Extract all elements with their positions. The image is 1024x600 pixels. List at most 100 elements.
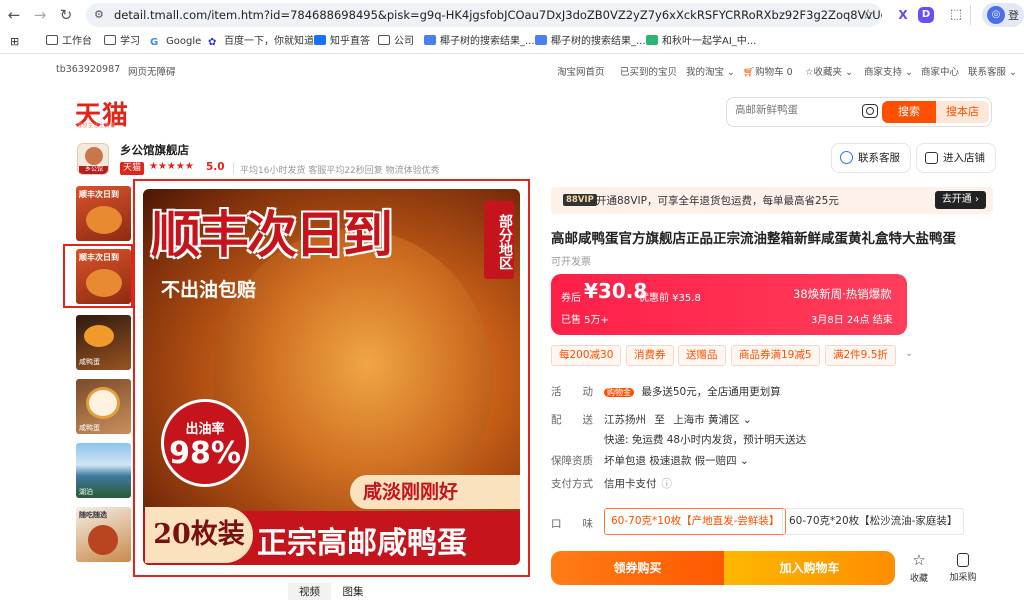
oil-rate-badge: 出油率 98% (161, 399, 249, 487)
delivery-row: 江苏扬州 至 上海市 黄浦区 ⌄ (604, 414, 752, 426)
bookmark-item[interactable]: 工作台 (46, 33, 92, 51)
egg-image (86, 387, 120, 419)
star-icon: ☆ (912, 551, 926, 569)
back-icon[interactable]: ← (4, 5, 24, 25)
taste-option[interactable]: 60-70克*20枚【松沙流油-家庭装】 (782, 508, 965, 535)
bookmark-item[interactable]: ✿ 百度一下，你就知道 (208, 33, 314, 51)
info-icon[interactable]: ⓘ (662, 478, 673, 490)
search-box: 搜索 搜本店 (726, 97, 992, 127)
add-purchase-button[interactable]: 加采购 (943, 553, 983, 583)
egg-box-image (88, 525, 118, 555)
payment-row: 信用卡支付 ⓘ (604, 478, 673, 490)
page-icon (646, 35, 658, 45)
coupon-tag[interactable]: 满2件9.5折 (825, 345, 896, 366)
promo-title: 38焕新周·热销爆款 (793, 287, 892, 301)
nav-link-seller-center[interactable]: 商家中心 (921, 64, 959, 78)
nav-link-cart[interactable]: 🛒︎购物车 0 (743, 64, 793, 78)
bookmark-item[interactable]: G Google (150, 33, 201, 51)
bookmark-star-icon[interactable]: ☆ (858, 5, 878, 25)
logo-slogan: 理想生活上天猫 (77, 123, 116, 129)
extension-d-icon[interactable]: D (918, 7, 934, 23)
vip-banner: 88VIP 开通88VIP，可享全年退货包运费，每单最高省25元 去开通 › (551, 187, 993, 214)
delivery-label: 配 送 (551, 414, 593, 426)
bookmark-item[interactable]: 椰子树的搜索结果_... (424, 33, 535, 51)
favorite-button[interactable]: ☆ 收藏 (899, 551, 939, 585)
guarantee-label: 保障资质 (551, 455, 593, 467)
coupon-tag[interactable]: 消费券 (626, 345, 674, 366)
search-shop-button[interactable]: 搜本店 (936, 101, 989, 123)
bookmark-item[interactable]: 学习 (104, 33, 140, 51)
price-original: 优惠前 ¥35.8 (639, 293, 701, 304)
shop-avatar[interactable]: 乡公馆 (77, 143, 109, 175)
taste-option-selected[interactable]: 60-70克*10枚【产地直发-尝鲜装】 (604, 508, 787, 535)
taste-slogan: 咸淡刚刚好 (350, 475, 520, 509)
chevron-down-icon[interactable]: ⌄ (905, 348, 913, 359)
bottom-banner: 20枚装 正宗高邮咸鸭蛋 (143, 507, 520, 565)
gallery-thumb[interactable]: 湖泊 (76, 443, 131, 498)
bookmark-item[interactable]: 公司 (378, 33, 414, 51)
folder-icon (378, 35, 390, 45)
bookmark-item[interactable]: 椰子树的搜索结果_... (535, 33, 646, 51)
chevron-down-icon: ⌄ (736, 455, 749, 467)
reload-icon[interactable]: ↻ (56, 5, 76, 25)
nav-link-bought[interactable]: 已买到的宝贝 (620, 64, 677, 78)
product-title: 高邮咸鸭蛋官方旗舰店正品正宗流油整箱新鲜咸蛋黄礼盒特大盐鸭蛋 (551, 231, 956, 247)
invoice-note: 可开发票 (551, 257, 591, 268)
nav-link-service[interactable]: 联系客服 ⌄ (968, 64, 1017, 78)
enter-shop-button[interactable]: 进入店铺 (916, 143, 996, 173)
tab-gallery[interactable]: 图集 (338, 583, 368, 600)
browser-chrome: ← → ↻ ⚙ detail.tmall.com/item.htm?id=784… (0, 0, 1024, 56)
price-box: 券后 ¥30.8 优惠前 ¥35.8 已售 5万+ 38焕新周·热销爆款 3月8… (551, 274, 907, 335)
gallery-thumb[interactable]: 咸鸭蛋 (76, 315, 131, 370)
site-info-icon[interactable]: ⚙ (94, 3, 104, 27)
rating-value: 5.0 (206, 161, 225, 173)
buy-now-button[interactable]: 领券购买 (551, 551, 724, 585)
search-button[interactable]: 搜索 (882, 101, 936, 123)
count-badge: 20枚装 (145, 507, 253, 563)
nav-link-favorites[interactable]: ☆收藏夹 ⌄ (805, 64, 853, 78)
tab-video[interactable]: 视频 (288, 583, 331, 600)
vip-open-button[interactable]: 去开通 › (934, 191, 986, 209)
url-field[interactable]: ⚙ detail.tmall.com/item.htm?id=784688698… (86, 3, 882, 27)
profile-avatar-icon: ◎ (987, 6, 1005, 24)
egg-yolk-image (86, 206, 122, 234)
search-input[interactable] (735, 104, 855, 116)
sold-count: 已售 5万+ (561, 315, 609, 326)
contact-service-button[interactable]: 联系客服 (831, 143, 911, 173)
purchase-list-icon (957, 553, 969, 567)
gallery-thumb[interactable]: 随吃随选 (76, 507, 131, 562)
add-to-cart-button[interactable]: 加入购物车 (724, 551, 895, 585)
apps-icon[interactable]: ⊞ (10, 33, 19, 51)
extension-x-icon[interactable]: X (893, 5, 913, 25)
activity-label: 活 动 (551, 386, 593, 398)
camera-search-icon[interactable] (862, 104, 878, 118)
coupon-tag[interactable]: 送赠品 (678, 345, 726, 366)
extensions-icon[interactable]: ⬚ (946, 5, 966, 25)
forward-icon[interactable]: → (30, 5, 50, 25)
user-name[interactable]: tb363920987 (56, 64, 120, 75)
shop-icon (925, 152, 938, 164)
baidu-paw-icon: ✿ (208, 37, 217, 48)
google-icon: G (150, 37, 159, 48)
gallery-thumb[interactable]: 咸鸭蛋 (76, 379, 131, 434)
profile-button[interactable]: ◎ 登 (982, 3, 1024, 27)
delivery-address-selector[interactable]: 上海市 黄浦区 ⌄ (673, 414, 751, 426)
guarantee-row[interactable]: 坏单包退 极速退款 假一赔四 ⌄ (604, 453, 749, 468)
gallery-thumb[interactable]: 顺丰次日到 (76, 186, 131, 241)
main-product-image[interactable]: 顺丰次日到 部分地区 不出油包赔 出油率 98% 咸淡刚刚好 20枚装 正宗高邮… (133, 179, 530, 577)
delivery-detail: 快递: 免运费 48小时内发货，预计明天送达 (604, 434, 807, 446)
coupon-tag[interactable]: 每200减30 (551, 345, 622, 366)
price-value: ¥30.8 (584, 279, 648, 303)
product-bottom-title: 正宗高邮咸鸭蛋 (257, 526, 467, 561)
taste-label: 口 味 (551, 518, 593, 530)
avatar-figure (85, 147, 103, 165)
nav-link-mytaobao[interactable]: 我的淘宝 ⌄ (686, 64, 735, 78)
activity-row: 购物金 最多送50元，全店通用更划算 (604, 384, 781, 399)
bookmark-item[interactable]: 和秋叶一起学AI_中... (646, 33, 756, 51)
nav-link-seller-support[interactable]: 商家支持 ⌄ (864, 64, 913, 78)
coupon-tag[interactable]: 商品券满19减5 (731, 345, 820, 366)
accessibility-link[interactable]: 网页无障碍 (128, 64, 176, 78)
bookmark-item[interactable]: 知乎直答 (314, 33, 370, 51)
nav-link-home[interactable]: 淘宝网首页 (557, 64, 605, 78)
shop-name[interactable]: 乡公馆旗舰店 (120, 142, 189, 158)
